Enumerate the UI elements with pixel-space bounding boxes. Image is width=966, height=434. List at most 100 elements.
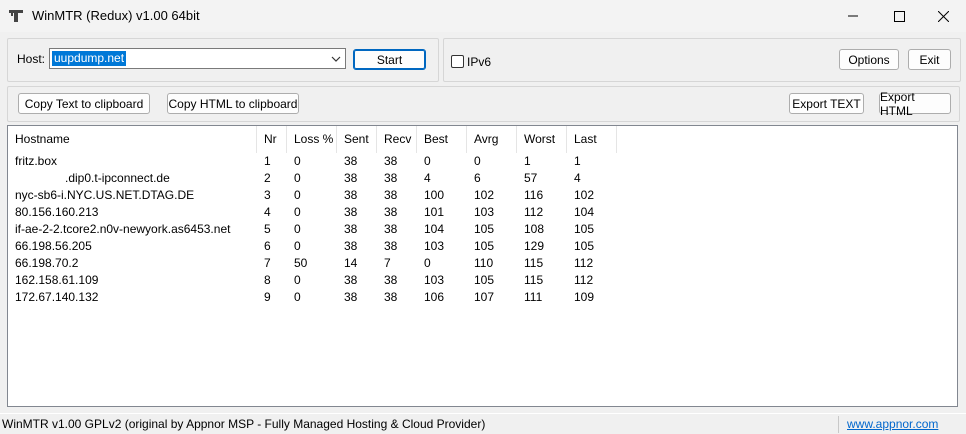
table-cell-hostname: 162.158.61.109 <box>15 273 99 287</box>
host-input-value[interactable]: uupdump.net <box>52 51 127 66</box>
table-cell-recv: 38 <box>384 205 398 219</box>
close-button[interactable] <box>920 0 966 32</box>
table-cell-loss: 0 <box>294 205 301 219</box>
table-cell-hostname: 80.156.160.213 <box>15 205 99 219</box>
table-cell-sent: 38 <box>344 154 358 168</box>
maximize-button[interactable] <box>876 0 922 32</box>
ipv6-checkbox[interactable] <box>451 55 464 68</box>
status-bar: WinMTR v1.00 GPLv2 (original by Appnor M… <box>0 413 966 434</box>
column-header-worst[interactable]: Worst <box>517 126 567 153</box>
column-header-last[interactable]: Last <box>567 126 617 153</box>
table-cell-avrg: 6 <box>474 171 481 185</box>
table-row[interactable]: 162.158.61.109 8 0 38 38 103 105 115 112 <box>8 272 957 289</box>
results-table[interactable]: Hostname Nr Loss % Sent Recv Best Avrg Worst Las… <box>7 125 958 407</box>
table-cell-hostname: .dip0.t-ipconnect.de <box>15 171 170 185</box>
start-button[interactable]: Start <box>353 49 426 70</box>
table-cell-sent: 38 <box>344 188 358 202</box>
exit-button[interactable]: Exit <box>908 49 951 70</box>
table-cell-hostname: 66.198.56.205 <box>15 239 92 253</box>
column-header-hostname[interactable]: Hostname <box>8 126 257 153</box>
maximize-icon <box>893 10 905 22</box>
table-cell-avrg: 0 <box>474 154 481 168</box>
table-cell-sent: 38 <box>344 205 358 219</box>
table-cell-avrg: 103 <box>474 205 495 219</box>
table-row[interactable]: .dip0.t-ipconnect.de 2 0 38 38 4 6 57 4 <box>8 170 957 187</box>
table-cell-recv: 38 <box>384 171 398 185</box>
table-cell-nr: 9 <box>264 290 271 304</box>
ipv6-label: IPv6 <box>467 55 492 69</box>
export-html-button[interactable]: Export HTML <box>879 90 951 118</box>
host-combobox[interactable]: uupdump.net <box>49 48 346 69</box>
table-row[interactable]: if-ae-2-2.tcore2.n0v-newyork.as6453.net 5… <box>8 221 957 238</box>
table-row[interactable]: 66.198.70.2 7 50 14 7 0 110 115 112 <box>8 255 957 272</box>
table-cell-loss: 0 <box>294 171 301 185</box>
column-header-loss[interactable]: Loss % <box>287 126 337 153</box>
table-cell-sent: 38 <box>344 239 358 253</box>
column-header-avrg[interactable]: Avrg <box>467 126 517 153</box>
table-row[interactable]: nyc-sb6-i.NYC.US.NET.DTAG.DE 3 0 38 38 100 102… <box>8 187 957 204</box>
copy-html-button[interactable]: Copy HTML to clipboard <box>167 93 299 114</box>
table-cell-worst: 129 <box>524 239 545 253</box>
table-cell-avrg: 102 <box>474 188 495 202</box>
table-row[interactable]: fritz.box 1 0 38 38 0 0 1 1 <box>8 153 957 170</box>
table-cell-last: 112 <box>574 256 594 270</box>
host-label: Host: <box>17 52 46 66</box>
table-cell-loss: 0 <box>294 290 301 304</box>
table-cell-worst: 112 <box>524 205 544 219</box>
column-header-sent[interactable]: Sent <box>337 126 377 153</box>
table-row[interactable]: 66.198.56.205 6 0 38 38 103 105 129 105 <box>8 238 957 255</box>
table-cell-nr: 5 <box>264 222 271 236</box>
column-header-nr[interactable]: Nr <box>257 126 287 153</box>
table-cell-worst: 108 <box>524 222 545 236</box>
chevron-down-icon[interactable] <box>331 54 341 64</box>
table-cell-best: 0 <box>424 154 431 168</box>
status-separator <box>838 416 839 433</box>
table-cell-last: 104 <box>574 205 595 219</box>
table-cell-hostname: 66.198.70.2 <box>15 256 79 270</box>
table-cell-nr: 6 <box>264 239 271 253</box>
table-cell-worst: 57 <box>524 171 538 185</box>
options-button[interactable]: Options <box>839 49 899 70</box>
table-row[interactable]: 172.67.140.132 9 0 38 38 106 107 111 109 <box>8 289 957 306</box>
table-cell-worst: 115 <box>524 256 544 270</box>
table-cell-loss: 0 <box>294 239 301 253</box>
table-cell-loss: 0 <box>294 273 301 287</box>
table-cell-worst: 1 <box>524 154 531 168</box>
table-cell-loss: 50 <box>294 256 308 270</box>
column-header-recv[interactable]: Recv <box>377 126 417 153</box>
appnor-link[interactable]: www.appnor.com <box>847 417 938 431</box>
table-cell-best: 100 <box>424 188 445 202</box>
table-cell-recv: 7 <box>384 256 391 270</box>
table-cell-nr: 2 <box>264 171 271 185</box>
table-cell-best: 4 <box>424 171 431 185</box>
table-cell-hostname: fritz.box <box>15 154 58 168</box>
table-cell-last: 4 <box>574 171 581 185</box>
table-cell-recv: 38 <box>384 154 398 168</box>
table-cell-sent: 14 <box>344 256 358 270</box>
copy-text-button[interactable]: Copy Text to clipboard <box>18 93 150 114</box>
table-cell-last: 109 <box>574 290 595 304</box>
table-cell-recv: 38 <box>384 239 398 253</box>
table-cell-last: 102 <box>574 188 595 202</box>
table-cell-last: 105 <box>574 222 595 236</box>
table-cell-hostname: 172.67.140.132 <box>15 290 99 304</box>
table-cell-hostname: if-ae-2-2.tcore2.n0v-newyork.as6453.net <box>15 222 231 236</box>
table-cell-nr: 1 <box>264 154 271 168</box>
table-cell-best: 103 <box>424 239 445 253</box>
table-cell-best: 0 <box>424 256 431 270</box>
table-cell-last: 1 <box>574 154 581 168</box>
minimize-icon <box>848 15 858 17</box>
export-text-button[interactable]: Export TEXT <box>789 93 864 114</box>
minimize-button[interactable] <box>830 0 876 32</box>
table-cell-recv: 38 <box>384 188 398 202</box>
column-header-best[interactable]: Best <box>417 126 467 153</box>
window-title: WinMTR (Redux) v1.00 64bit <box>32 8 200 23</box>
table-cell-loss: 0 <box>294 154 301 168</box>
table-cell-recv: 38 <box>384 273 398 287</box>
table-cell-sent: 38 <box>344 273 358 287</box>
table-row[interactable]: 80.156.160.213 4 0 38 38 101 103 112 104 <box>8 204 957 221</box>
table-cell-best: 104 <box>424 222 445 236</box>
table-cell-nr: 8 <box>264 273 271 287</box>
app-icon <box>9 10 23 22</box>
table-cell-avrg: 105 <box>474 273 495 287</box>
